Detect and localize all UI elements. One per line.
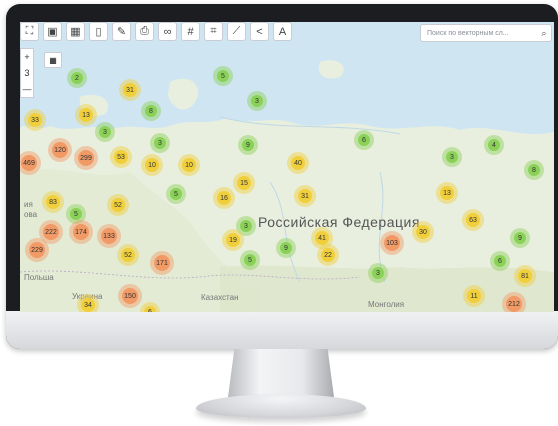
cluster-marker[interactable]: 11 [467,289,481,303]
cluster-marker[interactable]: 52 [111,198,125,212]
cluster-marker[interactable]: 174 [73,224,89,240]
cluster-marker[interactable]: 83 [46,195,60,209]
cluster-marker[interactable]: 31 [123,83,137,97]
cluster-marker[interactable]: 120 [52,142,68,158]
map-toolbar: ⛶ ▣ ▦ ▯ ✎ ⎙ ∞ # ⌗ ⟋ < A [20,22,292,46]
cluster-marker[interactable]: 3 [240,220,252,232]
cluster-marker[interactable]: 5 [217,70,229,82]
cluster-marker[interactable]: 3 [99,126,111,138]
cluster-marker[interactable]: 4 [488,139,500,151]
monitor-chin [6,311,558,349]
zoom-control: + 3 — [20,48,34,98]
cluster-marker[interactable]: 16 [217,191,231,205]
cluster-marker[interactable]: 2 [71,72,83,84]
label-kazakhstan: Казахстан [201,293,239,302]
grid-button[interactable]: # [181,22,200,41]
map-canvas[interactable] [20,22,554,312]
cluster-marker[interactable]: 41 [315,231,329,245]
pencil-icon: ✎ [116,26,127,38]
cluster-marker[interactable]: 13 [440,186,454,200]
cluster-marker[interactable]: 81 [518,269,532,283]
floppy-icon: ▣ [47,26,58,38]
selection-icon: ⌗ [210,25,217,37]
cluster-marker[interactable]: 6 [494,255,506,267]
cluster-marker[interactable]: 469 [21,155,37,171]
label-west-2: ова [24,210,38,219]
zoom-out-button[interactable]: — [21,81,33,97]
measure-button[interactable]: ⟋ [227,22,246,41]
cluster-marker[interactable]: 9 [514,232,526,244]
draw-button[interactable]: ✎ [112,22,131,41]
cluster-marker[interactable]: 5 [70,208,82,220]
cluster-marker[interactable]: 5 [244,254,256,266]
text-icon: A [278,25,287,38]
cluster-marker[interactable]: 34 [81,298,95,312]
label-west-1: ия [24,200,33,209]
grid-icon: # [187,25,194,38]
cluster-marker[interactable]: 222 [43,224,59,240]
fullscreen-icon: ⛶ [25,25,34,37]
cluster-marker[interactable]: 3 [446,151,458,163]
cluster-marker[interactable]: 31 [298,189,312,203]
cluster-marker[interactable]: 103 [384,235,400,251]
cluster-marker[interactable]: 15 [237,176,251,190]
cluster-marker[interactable]: 133 [101,228,117,244]
cluster-marker[interactable]: 6 [358,134,370,146]
cluster-marker[interactable]: 63 [466,213,480,227]
search-input[interactable]: Поиск по векторным сл... [427,30,537,37]
cluster-marker[interactable]: 150 [122,288,138,304]
save-button[interactable]: ▣ [43,22,62,41]
zoom-in-button[interactable]: + [21,49,33,65]
cluster-marker[interactable]: 9 [242,139,254,151]
link-button[interactable]: ∞ [158,22,177,41]
cluster-marker[interactable]: 10 [145,158,159,172]
layers-button[interactable]: ▦ [44,52,62,68]
printer-icon: ⎙ [140,25,149,37]
label-russia: Российская Федерация [258,214,420,230]
bookmark-button[interactable]: ▯ [89,22,108,41]
bookmark-icon: ▯ [95,26,102,38]
cluster-marker[interactable]: 3 [251,95,263,107]
monitor-stand-base [196,394,366,418]
text-button[interactable]: A [273,22,292,41]
select-button[interactable]: ⌗ [204,22,223,41]
cluster-marker[interactable]: 3 [372,267,384,279]
search-field[interactable]: Поиск по векторным сл... ⌕ [420,24,552,42]
cluster-marker[interactable]: 8 [145,105,157,117]
cluster-marker[interactable]: 5 [170,188,182,200]
monitor-stand-neck [228,349,334,397]
cluster-marker[interactable]: 22 [321,248,335,262]
screen: Российская Федерация Казахстан Монголия … [20,22,554,312]
cluster-marker[interactable]: 40 [291,156,305,170]
cluster-marker[interactable]: 6 [144,306,156,312]
cluster-marker[interactable]: 13 [79,108,93,122]
cluster-marker[interactable]: 212 [506,296,522,312]
search-icon[interactable]: ⌕ [537,28,551,39]
print-button[interactable]: ⎙ [135,22,154,41]
cluster-marker[interactable]: 229 [29,242,45,258]
layers-icon: ▦ [49,55,57,65]
cluster-marker[interactable]: 53 [114,150,128,164]
share-button[interactable]: < [250,22,269,41]
cluster-marker[interactable]: 19 [226,233,240,247]
label-mongolia: Монголия [368,300,405,309]
cluster-marker[interactable]: 9 [280,242,292,254]
zoom-level: 3 [24,68,30,78]
label-poland: Польша [24,273,54,282]
link-icon: ∞ [163,25,172,38]
cluster-marker[interactable]: 30 [416,225,430,239]
cluster-marker[interactable]: 3 [154,137,166,149]
cluster-marker[interactable]: 33 [28,113,42,127]
export-button[interactable]: ▦ [66,22,85,41]
share-icon: < [256,25,263,38]
cluster-marker[interactable]: 299 [78,150,94,166]
cluster-marker[interactable]: 8 [528,164,540,176]
ruler-icon: ⟋ [232,25,241,37]
image-export-icon: ▦ [70,26,81,38]
cluster-marker[interactable]: 10 [182,158,196,172]
cluster-marker[interactable]: 52 [121,248,135,262]
cluster-marker[interactable]: 171 [154,255,170,271]
fullscreen-button[interactable]: ⛶ [20,22,39,41]
